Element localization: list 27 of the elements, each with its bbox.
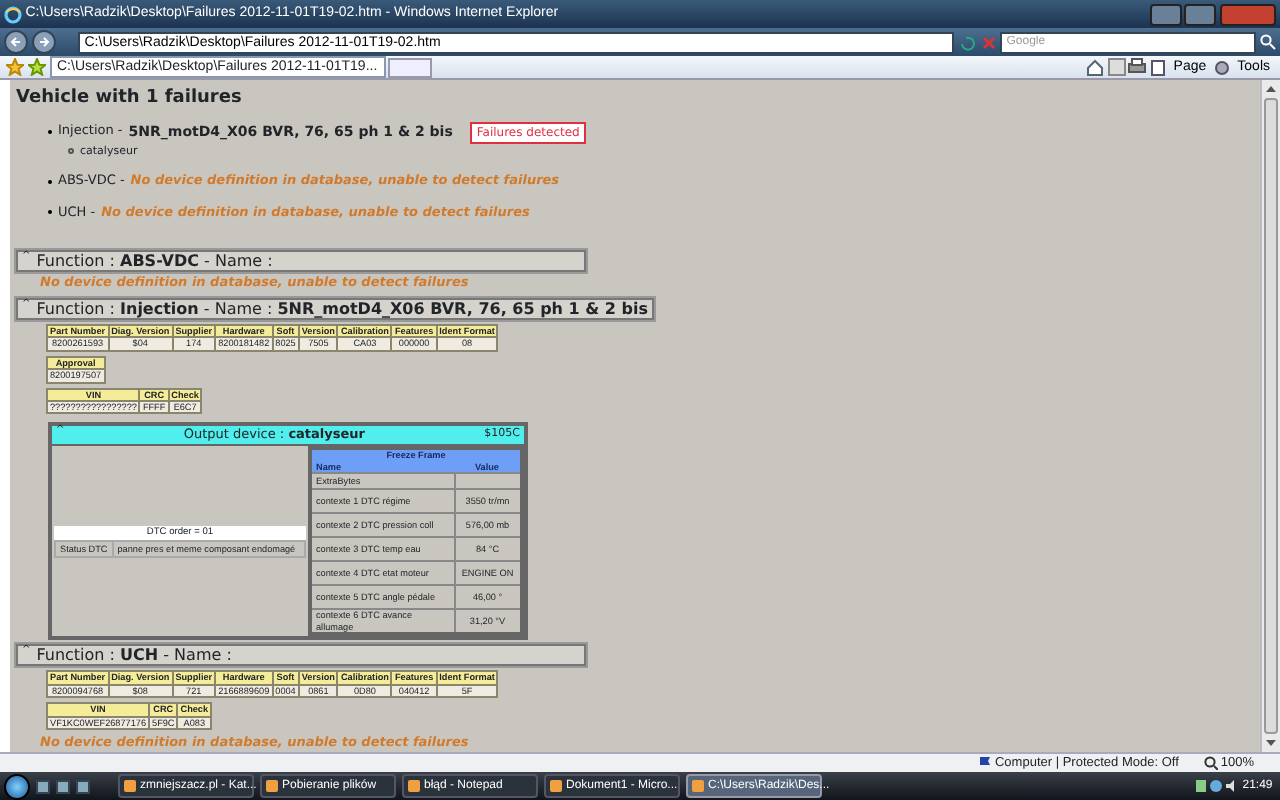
forward-icon[interactable] [31,30,56,54]
function-title: Function : Injection - Name : 5NR_motD4_X06 BVR, 76, 65 ph 1 & 2 bis [36,300,648,318]
refresh-icon[interactable] [957,33,976,51]
minimize-button[interactable] [1149,3,1181,25]
browser-logo-icon [4,5,22,23]
function-title: Function : ABS-VDC - Name : [36,252,273,271]
tray-icons[interactable] [1196,778,1237,794]
page-heading: Vehicle with 1 failures [16,86,244,112]
browser-launch-icon[interactable] [76,779,90,793]
print-icon[interactable] [1128,58,1147,76]
maximize-button[interactable] [1184,3,1217,25]
back-icon[interactable] [4,30,28,54]
show-desktop-icon[interactable] [36,779,50,793]
bullet-icon [68,148,74,155]
scrollbar-thumb[interactable] [1264,98,1278,734]
close-button[interactable] [1220,3,1276,25]
tools-icon[interactable] [1213,59,1230,75]
page-icon[interactable] [1150,59,1167,75]
scrollbar[interactable] [1260,80,1280,752]
window-switch-icon[interactable] [56,779,70,793]
star-icon[interactable] [6,58,24,76]
search-icon[interactable] [1260,34,1276,50]
flag-icon [977,756,992,770]
start-button[interactable] [4,773,30,799]
zoom-icon[interactable] [1203,756,1218,770]
add-favorite-icon[interactable] [27,58,46,76]
function-title: Function : UCH - Name : [36,646,232,665]
